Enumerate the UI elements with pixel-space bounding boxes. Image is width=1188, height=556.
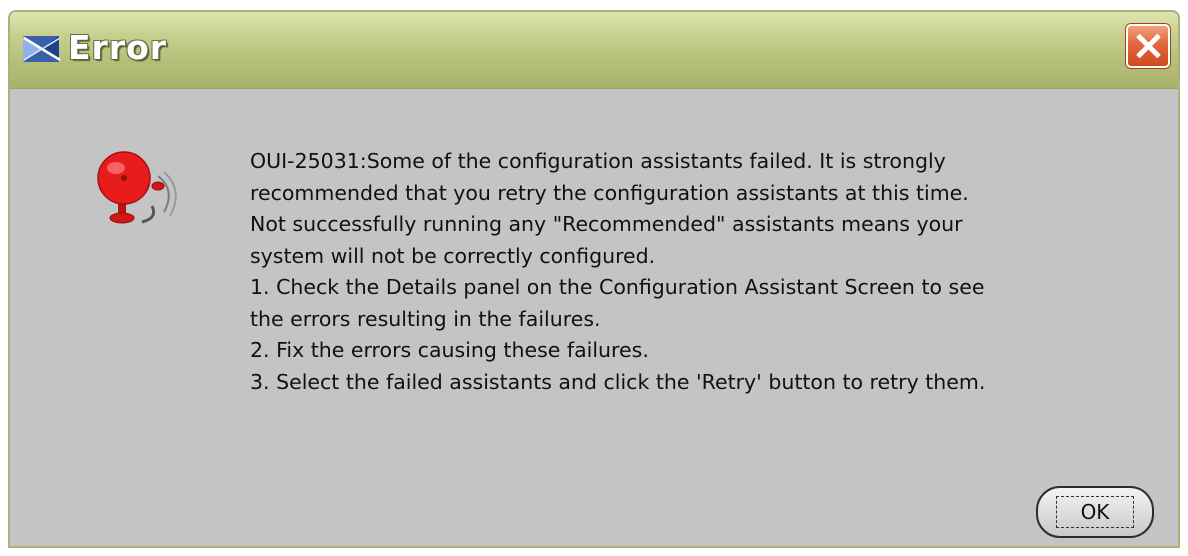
message-line: OUI-25031:Some of the configuration assi… bbox=[250, 149, 946, 173]
message-line: 2. Fix the errors causing these failures… bbox=[250, 338, 649, 362]
message-line: system will not be correctly configured. bbox=[250, 243, 656, 268]
error-dialog: Error OUI-25031:Some of the configuratio… bbox=[8, 10, 1180, 548]
close-button[interactable] bbox=[1126, 24, 1170, 68]
window-title: Error bbox=[68, 28, 168, 67]
ok-button-label: OK bbox=[1056, 496, 1134, 528]
message-line: recommended that you retry the configura… bbox=[250, 180, 969, 205]
error-message: OUI-25031:Some of the configuration assi… bbox=[250, 146, 1150, 398]
message-line: the errors resulting in the failures. bbox=[250, 306, 601, 331]
alarm-bell-icon bbox=[97, 151, 177, 224]
message-line: 1. Check the Details panel on the Config… bbox=[250, 275, 985, 299]
title-bar[interactable]: Error bbox=[10, 12, 1178, 89]
message-line: Not successfully running any "Recommende… bbox=[250, 212, 963, 236]
message-line: 3. Select the failed assistants and clic… bbox=[250, 369, 986, 394]
oracle-installer-icon bbox=[23, 36, 61, 62]
ok-button[interactable]: OK bbox=[1036, 486, 1154, 538]
